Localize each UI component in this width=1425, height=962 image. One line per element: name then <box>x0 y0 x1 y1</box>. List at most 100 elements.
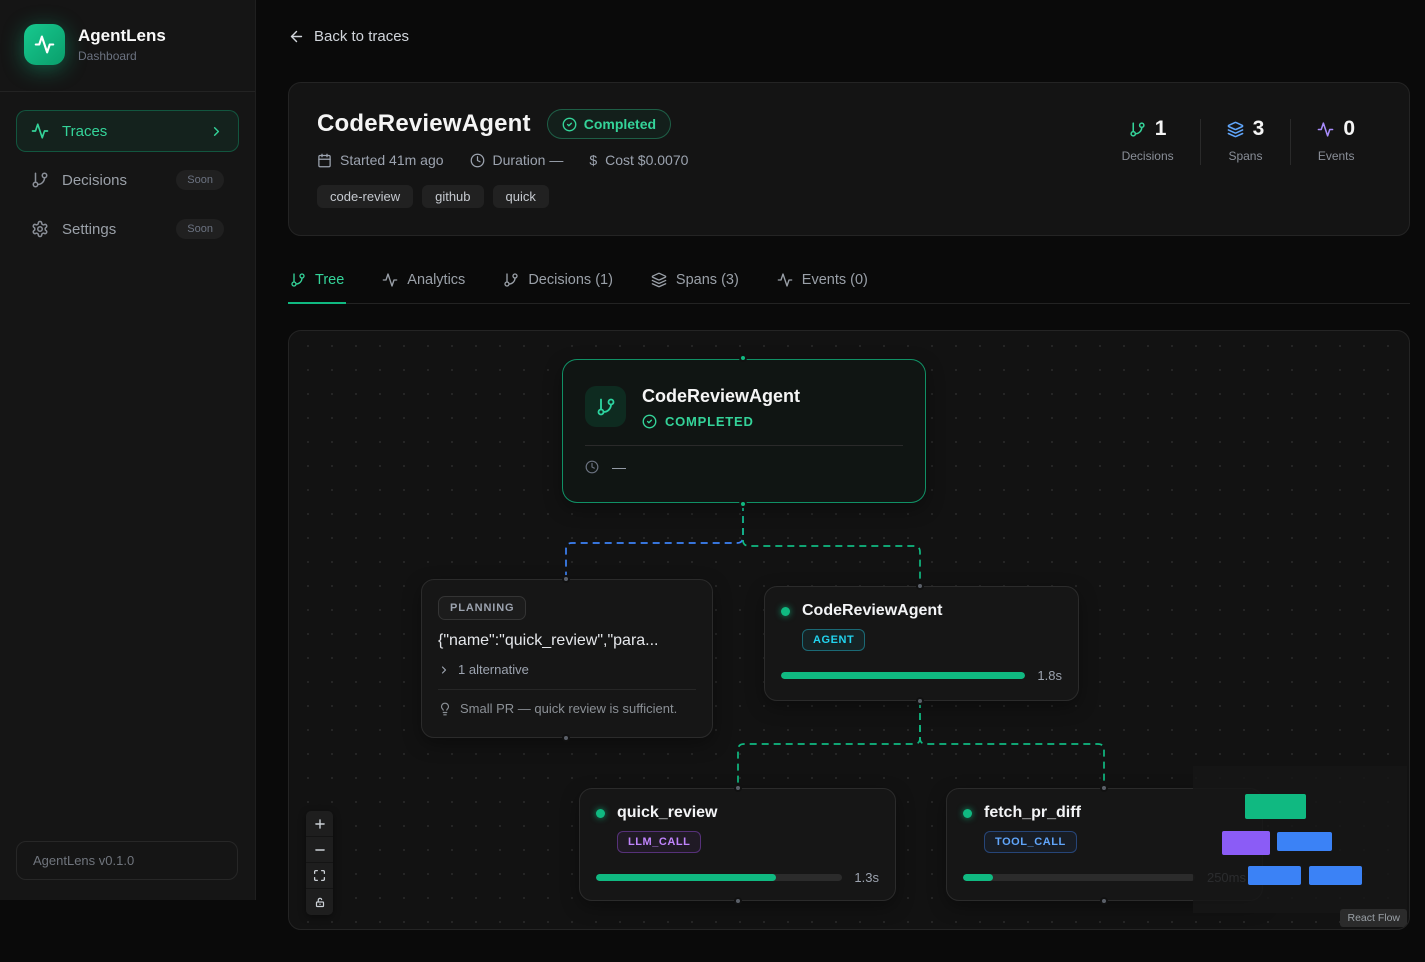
chevron-right-icon <box>209 124 224 139</box>
status-dot <box>963 809 972 818</box>
flow-node-root-agent[interactable]: CodeReviewAgent COMPLETED — <box>562 359 926 503</box>
span-kind-badge: LLM_CALL <box>617 831 701 853</box>
span-kind-badge: TOOL_CALL <box>984 831 1077 853</box>
decision-content: {"name":"quick_review","para... <box>438 632 696 650</box>
sidebar-item-traces[interactable]: Traces <box>16 110 239 152</box>
tab-spans[interactable]: Spans (3) <box>649 260 741 304</box>
span-duration: 1.8s <box>1037 668 1062 683</box>
node-handle[interactable] <box>562 734 570 742</box>
node-title: fetch_pr_diff <box>984 804 1081 822</box>
duration-bar-track <box>963 874 1195 881</box>
dollar-icon: $ <box>589 152 597 168</box>
duration-bar-fill <box>781 672 1025 679</box>
gear-icon <box>31 220 49 238</box>
tab-tree[interactable]: Tree <box>288 260 346 304</box>
node-title: CodeReviewAgent <box>642 386 800 407</box>
minimap-node-decision <box>1222 831 1270 855</box>
app-name: AgentLens <box>78 26 166 46</box>
tag: quick <box>493 185 549 208</box>
node-divider <box>438 689 696 690</box>
activity-icon <box>1317 121 1334 138</box>
span-kind-badge: AGENT <box>802 629 865 651</box>
agent-icon-box <box>585 386 626 427</box>
check-circle-icon <box>562 117 577 132</box>
layers-icon <box>651 272 667 288</box>
sidebar-item-settings[interactable]: Settings Soon <box>16 208 239 250</box>
fit-view-icon <box>313 869 326 882</box>
arrow-left-icon <box>288 28 305 45</box>
minimap-node-agent <box>1277 832 1332 851</box>
minimap-node-tool <box>1309 866 1362 885</box>
activity-icon <box>31 122 49 140</box>
node-handle[interactable] <box>734 897 742 905</box>
app-logo <box>24 24 65 65</box>
tag-list: code-review github quick <box>317 185 688 208</box>
node-handle[interactable] <box>734 784 742 792</box>
node-handle[interactable] <box>739 354 747 362</box>
back-to-traces-link[interactable]: Back to traces <box>288 28 409 45</box>
trace-stats: 1 Decisions 3 Spans 0 Events <box>1096 117 1381 209</box>
tab-analytics[interactable]: Analytics <box>380 260 467 304</box>
minus-icon <box>313 843 327 857</box>
duration-bar-track <box>596 874 842 881</box>
chevron-right-icon <box>438 664 450 676</box>
node-handle[interactable] <box>916 697 924 705</box>
nav-label: Settings <box>62 221 116 238</box>
tab-decisions[interactable]: Decisions (1) <box>501 260 615 304</box>
duration-bar-fill <box>596 874 776 881</box>
node-handle[interactable] <box>739 500 747 508</box>
node-handle[interactable] <box>1100 784 1108 792</box>
alternatives-toggle[interactable]: 1 alternative <box>438 662 696 677</box>
git-branch-icon <box>503 272 519 288</box>
soon-badge: Soon <box>176 170 224 190</box>
activity-icon <box>777 272 793 288</box>
zoom-out-button[interactable] <box>306 837 333 863</box>
nav-label: Decisions <box>62 172 127 189</box>
git-branch-icon <box>31 171 49 189</box>
clock-icon <box>470 153 485 168</box>
flow-controls <box>306 811 333 915</box>
tag: code-review <box>317 185 413 208</box>
flow-canvas[interactable]: CodeReviewAgent COMPLETED — PLANNING {"n… <box>288 330 1410 930</box>
span-duration: 1.3s <box>854 870 879 885</box>
react-flow-attribution[interactable]: React Flow <box>1340 909 1407 927</box>
lightbulb-icon <box>438 702 452 716</box>
duration-bar-track <box>781 672 1025 679</box>
calendar-icon <box>317 153 332 168</box>
git-branch-icon <box>290 272 306 288</box>
node-handle[interactable] <box>1100 897 1108 905</box>
zoom-in-button[interactable] <box>306 811 333 837</box>
started-meta: Started 41m ago <box>317 152 444 168</box>
plus-icon <box>313 817 327 831</box>
status-badge: Completed <box>547 109 671 139</box>
layers-icon <box>1227 121 1244 138</box>
sidebar-nav: Traces Decisions Soon Settings Soon <box>0 92 255 268</box>
flow-node-llm-span[interactable]: quick_review LLM_CALL 1.3s <box>579 788 896 901</box>
sidebar-item-decisions[interactable]: Decisions Soon <box>16 159 239 201</box>
clock-icon <box>585 460 599 474</box>
sidebar: AgentLens Dashboard Traces Decisions Soo… <box>0 0 256 900</box>
app-version: AgentLens v0.1.0 <box>16 841 238 880</box>
minimap-node-llm <box>1248 866 1301 885</box>
trace-header-card: CodeReviewAgent Completed Started 41m ag… <box>288 82 1410 236</box>
flow-minimap[interactable] <box>1193 766 1407 913</box>
cost-meta: $ Cost $0.0070 <box>589 152 688 168</box>
tab-events[interactable]: Events (0) <box>775 260 870 304</box>
tag: github <box>422 185 483 208</box>
git-branch-icon <box>1129 121 1146 138</box>
stat-decisions: 1 Decisions <box>1096 117 1200 163</box>
node-handle[interactable] <box>916 582 924 590</box>
status-dot <box>781 607 790 616</box>
stat-events: 0 Events <box>1291 117 1381 163</box>
duration-bar-fill <box>963 874 993 881</box>
lock-button[interactable] <box>306 889 333 915</box>
flow-node-decision[interactable]: PLANNING {"name":"quick_review","para...… <box>421 579 713 738</box>
node-handle[interactable] <box>562 575 570 583</box>
app-subtitle: Dashboard <box>78 49 166 63</box>
stat-spans: 3 Spans <box>1201 117 1291 163</box>
trace-meta: Started 41m ago Duration — $ Cost $0.007… <box>317 152 688 168</box>
fit-view-button[interactable] <box>306 863 333 889</box>
brand: AgentLens Dashboard <box>0 0 255 91</box>
flow-node-agent-span[interactable]: CodeReviewAgent AGENT 1.8s <box>764 586 1079 701</box>
minimap-node-root <box>1245 794 1306 819</box>
